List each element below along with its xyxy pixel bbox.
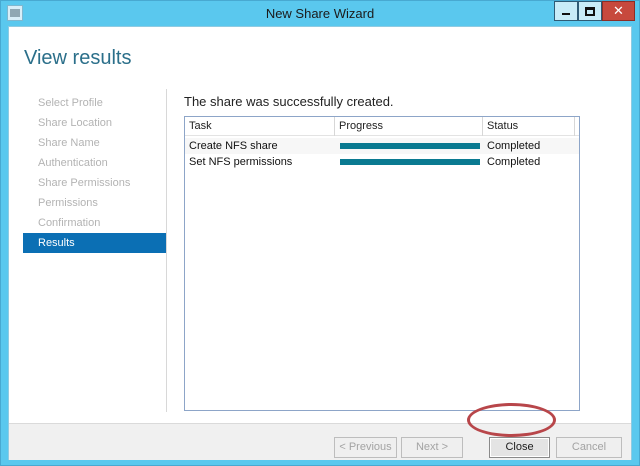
window-title: New Share Wizard: [265, 6, 375, 21]
success-message: The share was successfully created.: [184, 94, 394, 109]
page-title: View results: [24, 47, 132, 69]
vertical-divider: [166, 89, 167, 412]
task-cell: Set NFS permissions: [189, 156, 293, 168]
close-icon: ✕: [613, 3, 624, 19]
minimize-icon: [562, 13, 570, 15]
status-cell: Completed: [487, 156, 541, 168]
step-confirmation: Confirmation: [38, 217, 101, 229]
grid-header: Task Progress Status: [185, 117, 579, 136]
step-navigation: Select Profile Share Location Share Name…: [23, 93, 167, 253]
column-header-progress[interactable]: Progress: [335, 117, 483, 136]
step-share-permissions: Share Permissions: [38, 177, 131, 189]
wizard-client-area: View results Select Profile Share Locati…: [8, 26, 632, 460]
progress-bar: [340, 159, 480, 165]
maximize-button[interactable]: [578, 1, 602, 21]
step-permissions: Permissions: [38, 197, 98, 209]
step-select-profile: Select Profile: [38, 97, 103, 109]
step-share-location: Share Location: [38, 117, 112, 129]
wizard-window: New Share Wizard ✕ View results Select P…: [0, 0, 640, 466]
close-button-highlight-ring: [467, 403, 556, 437]
previous-button[interactable]: < Previous: [334, 437, 397, 458]
step-share-name: Share Name: [38, 137, 100, 149]
progress-bar-fill: [340, 159, 480, 165]
status-cell: Completed: [487, 140, 541, 152]
progress-bar-fill: [340, 143, 480, 149]
step-authentication: Authentication: [38, 157, 108, 169]
column-header-status[interactable]: Status: [483, 117, 575, 136]
close-button[interactable]: Close: [489, 437, 550, 458]
column-header-task[interactable]: Task: [185, 117, 335, 136]
minimize-button[interactable]: [554, 1, 578, 21]
next-button[interactable]: Next >: [401, 437, 463, 458]
progress-bar: [340, 143, 480, 149]
title-bar[interactable]: New Share Wizard ✕: [1, 1, 639, 26]
cancel-button[interactable]: Cancel: [556, 437, 622, 458]
results-grid[interactable]: Task Progress Status Create NFS share Co…: [184, 116, 580, 411]
table-row[interactable]: Create NFS share Completed: [185, 138, 579, 154]
window-close-button[interactable]: ✕: [602, 1, 635, 21]
table-row[interactable]: Set NFS permissions Completed: [185, 154, 579, 170]
step-results[interactable]: Results: [23, 233, 167, 253]
maximize-icon: [585, 6, 595, 16]
task-cell: Create NFS share: [189, 140, 278, 152]
